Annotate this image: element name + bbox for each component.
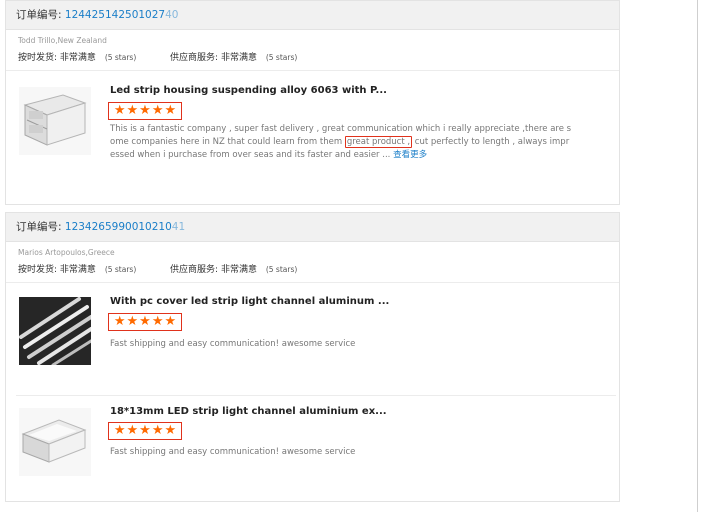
supplier-service-stars: (5 stars) xyxy=(265,265,298,274)
product-title[interactable]: With pc cover led strip light channel al… xyxy=(110,296,389,307)
on-time-stars: (5 stars) xyxy=(104,53,137,62)
on-time-value: 非常满意 xyxy=(59,53,96,63)
star-icon: ★ xyxy=(164,103,177,118)
star-icon: ★ xyxy=(126,314,139,329)
buyer-name: Todd Trillo,New Zealand xyxy=(18,36,107,45)
product-title[interactable]: 18*13mm LED strip light channel aluminiu… xyxy=(110,406,387,417)
star-icon: ★ xyxy=(151,314,164,329)
service-ratings: 按时发货: 非常满意 (5 stars) 供应商服务: 非常满意 (5 star… xyxy=(18,262,609,276)
star-icon: ★ xyxy=(113,314,126,329)
order-meta: Todd Trillo,New Zealand 按时发货: 非常满意 (5 st… xyxy=(6,30,619,64)
service-ratings: 按时发货: 非常满意 (5 stars) 供应商服务: 非常满意 (5 star… xyxy=(18,50,609,64)
star-icon: ★ xyxy=(113,423,126,438)
product-thumbnail[interactable] xyxy=(19,408,91,476)
supplier-service-label: 供应商服务: xyxy=(170,53,219,63)
order-meta: Marios Artopoulos,Greece 按时发货: 非常满意 (5 s… xyxy=(6,242,619,276)
product-title[interactable]: Led strip housing suspending alloy 6063 … xyxy=(110,85,387,96)
supplier-service-value: 非常满意 xyxy=(220,265,257,275)
star-icon: ★ xyxy=(151,103,164,118)
order-label: 订单编号: xyxy=(16,221,62,233)
star-icon: ★ xyxy=(164,314,177,329)
order-label: 订单编号: xyxy=(16,9,62,21)
order-number-faded: 40 xyxy=(165,9,179,21)
on-time-stars: (5 stars) xyxy=(104,265,137,274)
order-number[interactable]: 1234265990010210 xyxy=(65,221,172,233)
order-header: 订单编号: 123426599001021041 xyxy=(6,213,619,242)
review-highlight: great product , xyxy=(344,136,413,148)
supplier-service-stars: (5 stars) xyxy=(265,53,298,62)
star-icon: ★ xyxy=(126,103,139,118)
review-text: Fast shipping and easy communication! aw… xyxy=(110,339,356,349)
product-thumbnail[interactable] xyxy=(19,87,91,155)
star-icon: ★ xyxy=(139,423,151,438)
star-icon: ★ xyxy=(164,423,177,438)
star-icon: ★ xyxy=(139,314,151,329)
on-time-label: 按时发货: xyxy=(18,265,58,275)
buyer-name: Marios Artopoulos,Greece xyxy=(18,248,115,257)
right-divider xyxy=(697,0,698,512)
star-icon: ★ xyxy=(151,423,164,438)
star-icon: ★ xyxy=(126,423,139,438)
reviews-canvas: 订单编号: 12442514250102740 Todd Trillo,New … xyxy=(0,0,705,512)
rating-stars: ★ ★ ★ ★ ★ xyxy=(108,102,182,120)
order-number[interactable]: 124425142501027 xyxy=(65,9,165,21)
product-thumbnail[interactable] xyxy=(19,297,91,365)
star-icon: ★ xyxy=(139,103,151,118)
rating-stars: ★ ★ ★ ★ ★ xyxy=(108,422,182,440)
product-review: 18*13mm LED strip light channel aluminiu… xyxy=(6,396,619,496)
on-time-value: 非常满意 xyxy=(59,265,96,275)
review-text: This is a fantastic company , super fast… xyxy=(110,123,580,162)
review-text: Fast shipping and easy communication! aw… xyxy=(110,447,356,457)
view-more-link[interactable]: 查看更多 xyxy=(393,150,427,160)
star-icon: ★ xyxy=(113,103,126,118)
supplier-service-label: 供应商服务: xyxy=(170,265,219,275)
order-card: 订单编号: 12442514250102740 Todd Trillo,New … xyxy=(5,0,620,205)
order-header: 订单编号: 12442514250102740 xyxy=(6,1,619,30)
product-review: With pc cover led strip light channel al… xyxy=(6,283,619,395)
on-time-label: 按时发货: xyxy=(18,53,58,63)
supplier-service-value: 非常满意 xyxy=(220,53,257,63)
rating-stars: ★ ★ ★ ★ ★ xyxy=(108,313,182,331)
order-card: 订单编号: 123426599001021041 Marios Artopoul… xyxy=(5,212,620,502)
order-number-faded: 41 xyxy=(171,221,186,233)
product-review: Led strip housing suspending alloy 6063 … xyxy=(6,71,619,181)
